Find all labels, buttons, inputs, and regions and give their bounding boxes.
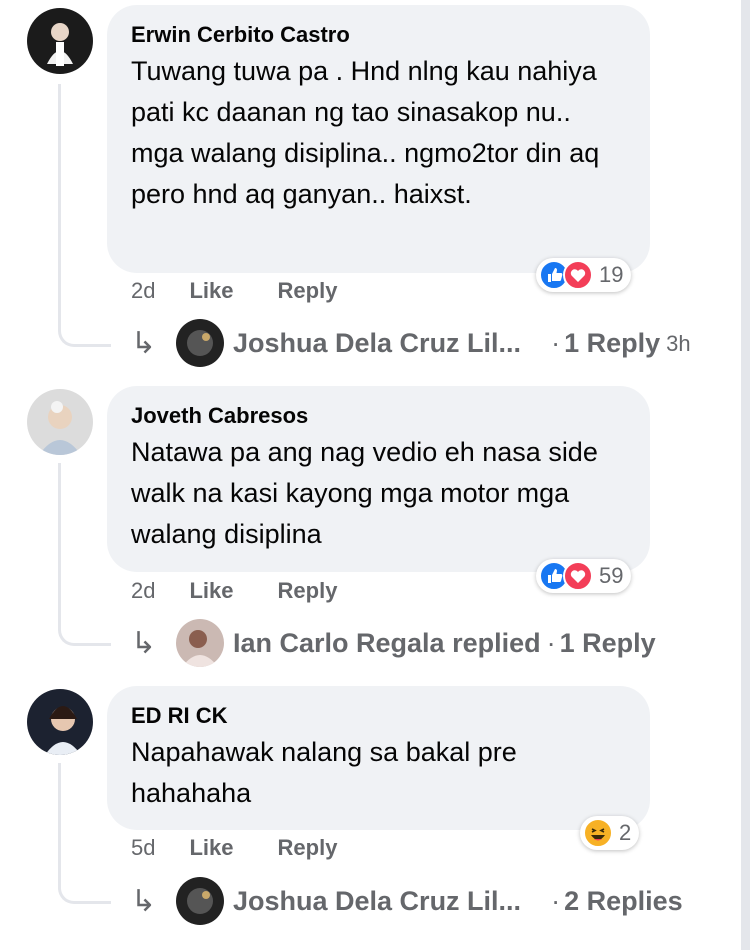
comment-bubble: Erwin Cerbito Castro Tuwang tuwa pa . Hn… [107, 5, 650, 273]
reply-arrow-icon: ↳ [131, 627, 157, 660]
comment-bubble: ED RI CK Napahawak nalang sa bakal pre h… [107, 686, 650, 830]
comment-actions: 2d Like Reply [131, 278, 337, 304]
comment-actions: 5d Like Reply [131, 835, 337, 861]
comment-text: Natawa pa ang nag vedio eh nasa side wal… [131, 437, 598, 549]
avatar-photo [27, 8, 93, 74]
reaction-count: 19 [599, 262, 624, 287]
thread-connector [58, 763, 111, 904]
reaction-count: 59 [599, 563, 624, 588]
reply-separator: · [551, 886, 561, 916]
thread-connector [58, 84, 111, 347]
reaction-summary[interactable]: 2 [580, 816, 640, 850]
comment-text: Tuwang tuwa pa . Hnd nlng kau nahiya pat… [131, 56, 600, 209]
avatar-photo [27, 389, 93, 455]
comment-actions: 2d Like Reply [131, 578, 337, 604]
reply-author-name: Joshua Dela Cruz Lil... [233, 328, 522, 358]
reply-separator: · [546, 628, 556, 658]
comment-timestamp[interactable]: 2d [131, 578, 155, 604]
reaction-summary[interactable]: 19 [536, 258, 632, 292]
comment-author[interactable]: Joveth Cabresos [131, 402, 626, 430]
like-button[interactable]: Like [189, 578, 233, 604]
reply-arrow-icon: ↳ [131, 885, 157, 918]
like-button[interactable]: Like [189, 278, 233, 304]
reply-author-name: Joshua Dela Cruz Lil... [233, 886, 522, 916]
comment-author[interactable]: ED RI CK [131, 702, 626, 730]
reply-count: 2 Replies [564, 886, 683, 916]
avatar[interactable] [27, 8, 93, 74]
reply-avatar-photo [176, 319, 224, 367]
reply-avatar-photo [176, 877, 224, 925]
like-button[interactable]: Like [189, 835, 233, 861]
reply-button[interactable]: Reply [278, 578, 338, 604]
reply-author-name: Ian Carlo Regala replied [233, 628, 541, 658]
reaction-count: 2 [619, 820, 632, 845]
reply-count: 1 Reply [564, 328, 661, 358]
comment-bubble: Joveth Cabresos Natawa pa ang nag vedio … [107, 386, 650, 572]
scrollbar-track[interactable] [741, 0, 750, 950]
reply-avatar[interactable] [176, 619, 224, 667]
reply-separator: · [551, 328, 561, 358]
reply-arrow-icon: ↳ [131, 327, 157, 360]
avatar[interactable] [27, 689, 93, 755]
love-reaction-icon [563, 561, 593, 591]
avatar-photo [27, 689, 93, 755]
comment-author[interactable]: Erwin Cerbito Castro [131, 21, 626, 49]
comment-timestamp[interactable]: 2d [131, 278, 155, 304]
reply-avatar[interactable] [176, 877, 224, 925]
love-reaction-icon [563, 260, 593, 290]
reply-avatar-photo [176, 619, 224, 667]
reply-count: 1 Reply [559, 628, 656, 658]
reply-avatar[interactable] [176, 319, 224, 367]
reply-button[interactable]: Reply [278, 835, 338, 861]
reply-timestamp: 3h [666, 330, 691, 356]
reaction-summary[interactable]: 59 [536, 559, 632, 593]
comment-timestamp[interactable]: 5d [131, 835, 155, 861]
thread-connector [58, 463, 111, 646]
haha-reaction-icon [583, 818, 613, 848]
reply-button[interactable]: Reply [278, 278, 338, 304]
avatar[interactable] [27, 389, 93, 455]
comment-text: Napahawak nalang sa bakal pre hahahaha [131, 737, 517, 808]
